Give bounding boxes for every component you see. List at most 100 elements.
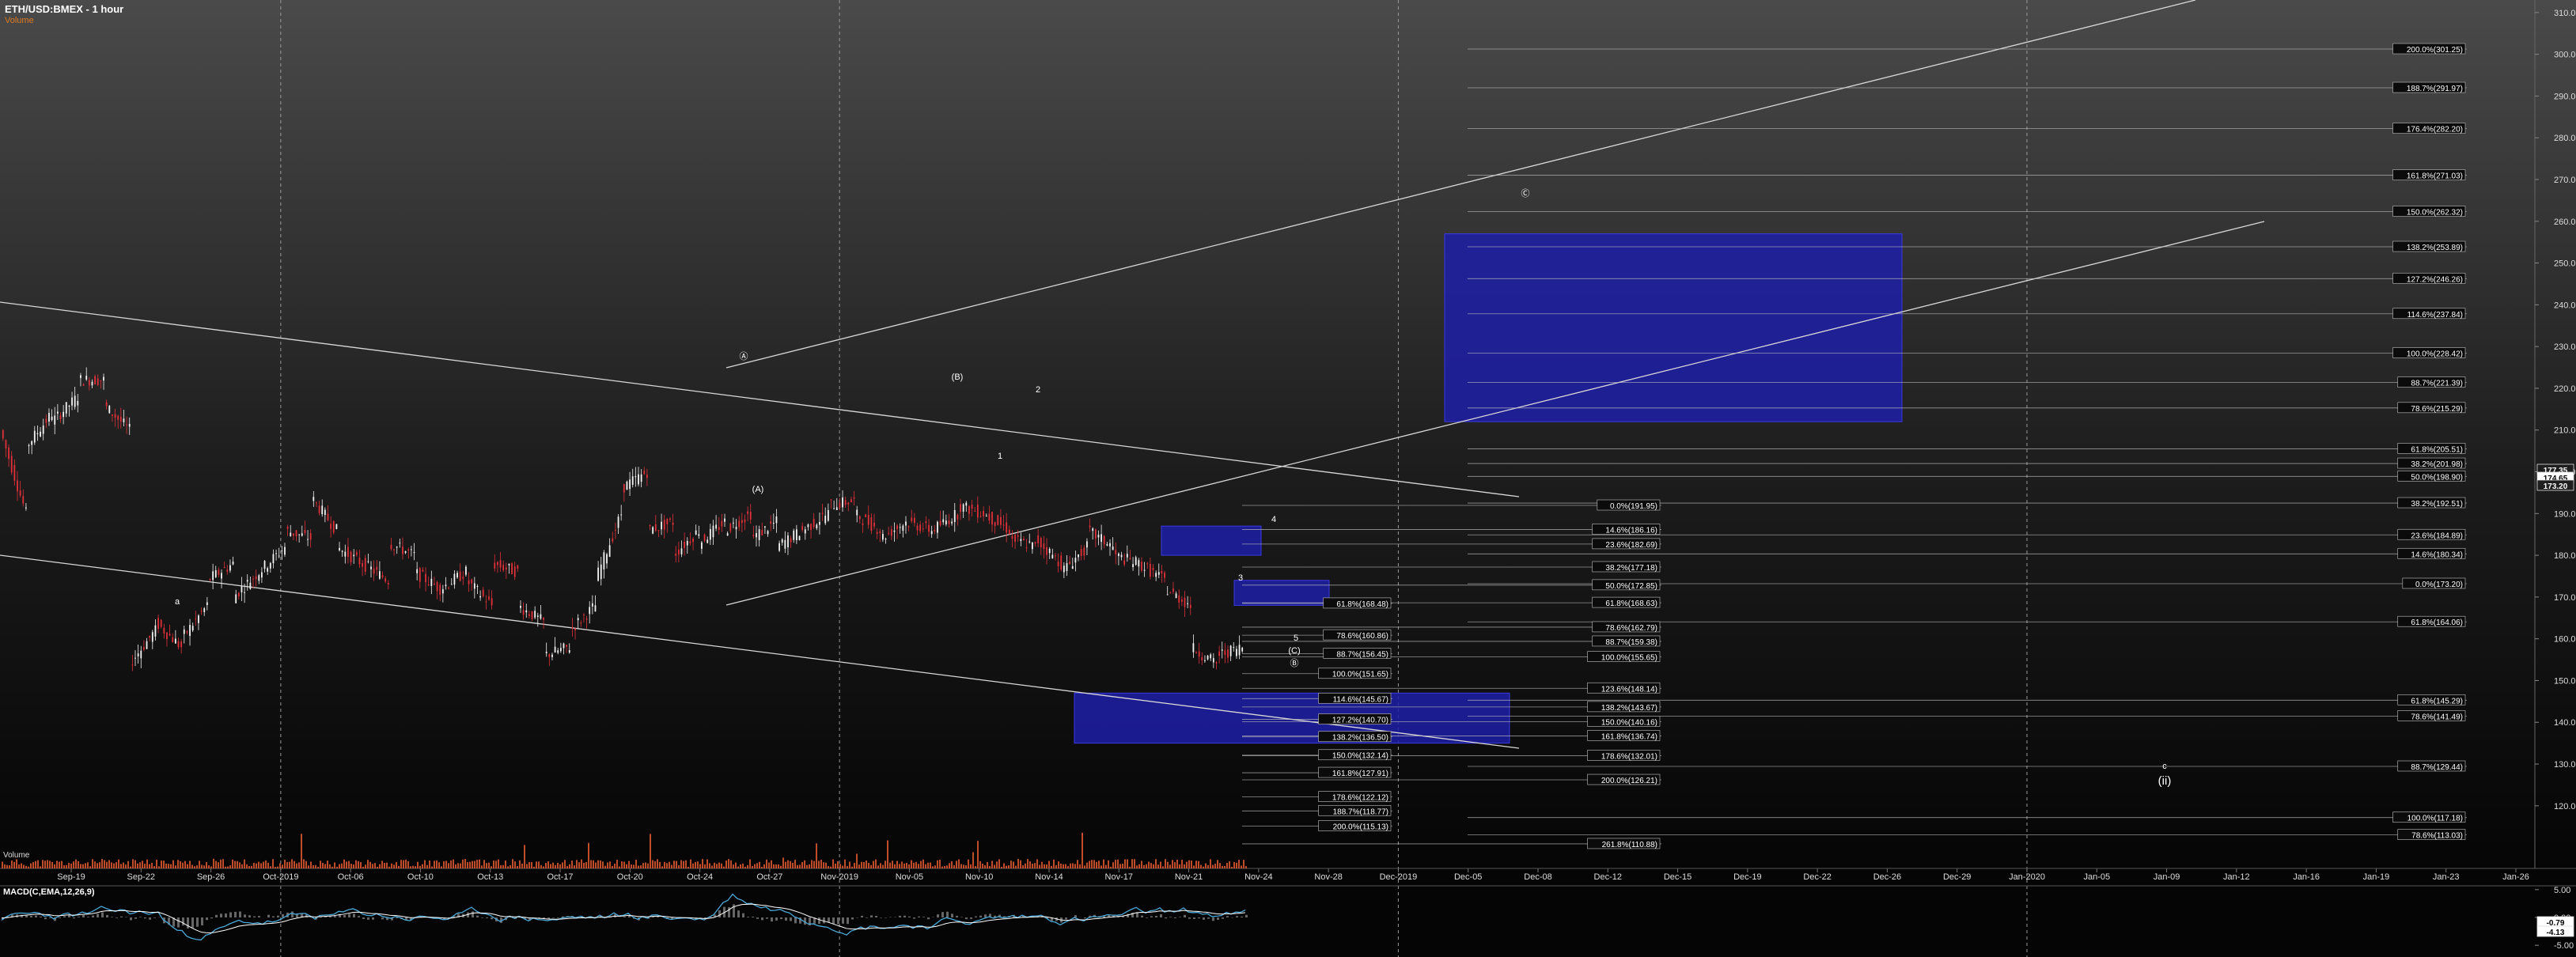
fib-label: 161.8%(271.03) bbox=[2407, 172, 2463, 181]
volume-bar bbox=[1051, 865, 1052, 868]
volume-bar bbox=[106, 861, 108, 868]
candle-body bbox=[63, 411, 65, 418]
candle-body bbox=[623, 484, 625, 493]
candle-body bbox=[756, 533, 757, 538]
volume-bar bbox=[42, 860, 44, 868]
volume-bar bbox=[640, 865, 642, 868]
candle-body bbox=[979, 516, 982, 517]
volume-bar bbox=[201, 864, 203, 868]
candle-body bbox=[485, 601, 487, 603]
candle-body bbox=[284, 547, 286, 555]
volume-bar bbox=[550, 864, 551, 868]
volume-bar bbox=[780, 865, 782, 868]
volume-bar bbox=[334, 862, 335, 868]
wave-label: a bbox=[175, 597, 180, 607]
volume-bar bbox=[1198, 861, 1199, 868]
volume-bar bbox=[488, 862, 490, 868]
target-zone-support-zone[interactable] bbox=[1233, 580, 1330, 606]
candle-body bbox=[313, 497, 315, 501]
candle-body bbox=[1008, 529, 1010, 535]
volume-bar bbox=[585, 862, 587, 868]
candle-body bbox=[913, 517, 915, 524]
volume-bar bbox=[455, 864, 456, 868]
y-tick-label: 230.00 bbox=[2554, 342, 2576, 352]
volume-bar bbox=[396, 861, 397, 868]
candle-body bbox=[10, 456, 13, 473]
candle-body bbox=[1066, 562, 1068, 571]
candle-body bbox=[721, 520, 723, 527]
volume-bar bbox=[517, 866, 518, 868]
volume-bar bbox=[664, 861, 665, 868]
volume-bar bbox=[1217, 860, 1218, 868]
volume-bar bbox=[688, 866, 689, 868]
macd-histogram-bar bbox=[1146, 917, 1148, 918]
candle-body bbox=[1236, 649, 1237, 656]
candle-body bbox=[309, 532, 312, 540]
candle-body bbox=[528, 614, 530, 616]
fib-label: 200.0%(301.25) bbox=[2407, 46, 2463, 55]
volume-bar bbox=[417, 861, 419, 868]
target-zone-upper-target[interactable] bbox=[1444, 233, 1903, 422]
candle-body bbox=[1215, 662, 1218, 664]
volume-bar bbox=[730, 860, 732, 868]
volume-bar bbox=[813, 861, 815, 868]
candle-body bbox=[146, 641, 148, 649]
candle-body bbox=[77, 400, 79, 406]
volume-bar bbox=[820, 860, 822, 868]
candle-body bbox=[275, 553, 277, 554]
volume-bar bbox=[498, 859, 499, 868]
candle-body bbox=[1023, 539, 1025, 541]
candle-body bbox=[126, 424, 127, 426]
candle-body bbox=[344, 551, 347, 557]
volume-bar bbox=[1044, 864, 1045, 868]
candle-body bbox=[385, 578, 387, 582]
candle-body bbox=[603, 552, 605, 569]
volume-bar bbox=[707, 859, 708, 868]
macd-histogram-bar bbox=[353, 914, 355, 917]
volume-bar bbox=[818, 861, 820, 868]
volume-bar bbox=[127, 861, 129, 868]
candle-body bbox=[1083, 547, 1085, 556]
candle-body bbox=[781, 539, 783, 543]
candle-body bbox=[427, 584, 430, 585]
candle-body bbox=[341, 550, 343, 552]
candle-body bbox=[1078, 554, 1079, 558]
fib-label: 188.7%(118.77) bbox=[1333, 808, 1388, 816]
volume-bar bbox=[1146, 864, 1147, 868]
volume-bar bbox=[175, 865, 176, 868]
chart-canvas[interactable]: Sep-19 Sep-22 Sep-26 Oct-2019 Oct-06 Oct-10 Oc… bbox=[0, 0, 2576, 957]
fib-label: 261.8%(110.88) bbox=[1602, 841, 1657, 849]
x-tick-label: Dec-26 bbox=[1873, 872, 1901, 882]
candle-body bbox=[390, 544, 392, 550]
fib-label: 88.7%(159.38) bbox=[1605, 638, 1657, 647]
volume-bar bbox=[1105, 864, 1107, 868]
target-zone-resistance-zone[interactable] bbox=[1161, 525, 1262, 556]
fib-label: 100.0%(151.65) bbox=[1332, 671, 1388, 679]
candle-body bbox=[1123, 560, 1126, 565]
volume-bar bbox=[600, 860, 601, 868]
wave-label: Ⓒ bbox=[1521, 188, 1530, 199]
volume-bar bbox=[28, 866, 29, 868]
fib-label: 23.6%(182.69) bbox=[1605, 541, 1657, 550]
volume-bar bbox=[70, 863, 72, 868]
macd-histogram-bar bbox=[742, 913, 744, 917]
volume-bar bbox=[531, 861, 532, 868]
fib-label: 38.2%(192.51) bbox=[2411, 500, 2463, 509]
volume-bar bbox=[825, 862, 827, 868]
candle-body bbox=[536, 615, 539, 617]
volume-bar bbox=[657, 859, 658, 868]
candle-body bbox=[1187, 603, 1189, 604]
macd-histogram-bar bbox=[472, 911, 474, 917]
candle-body bbox=[965, 502, 968, 506]
candle-body bbox=[1014, 535, 1016, 542]
volume-bar bbox=[837, 861, 839, 868]
volume-bar bbox=[66, 864, 67, 868]
volume-bar bbox=[977, 841, 979, 868]
candle-body bbox=[123, 418, 125, 422]
volume-bar bbox=[709, 863, 710, 868]
candle-body bbox=[74, 395, 76, 407]
candle-body bbox=[962, 504, 964, 512]
candle-body bbox=[1103, 535, 1105, 545]
volume-bar bbox=[327, 861, 328, 868]
candle-body bbox=[379, 571, 381, 579]
